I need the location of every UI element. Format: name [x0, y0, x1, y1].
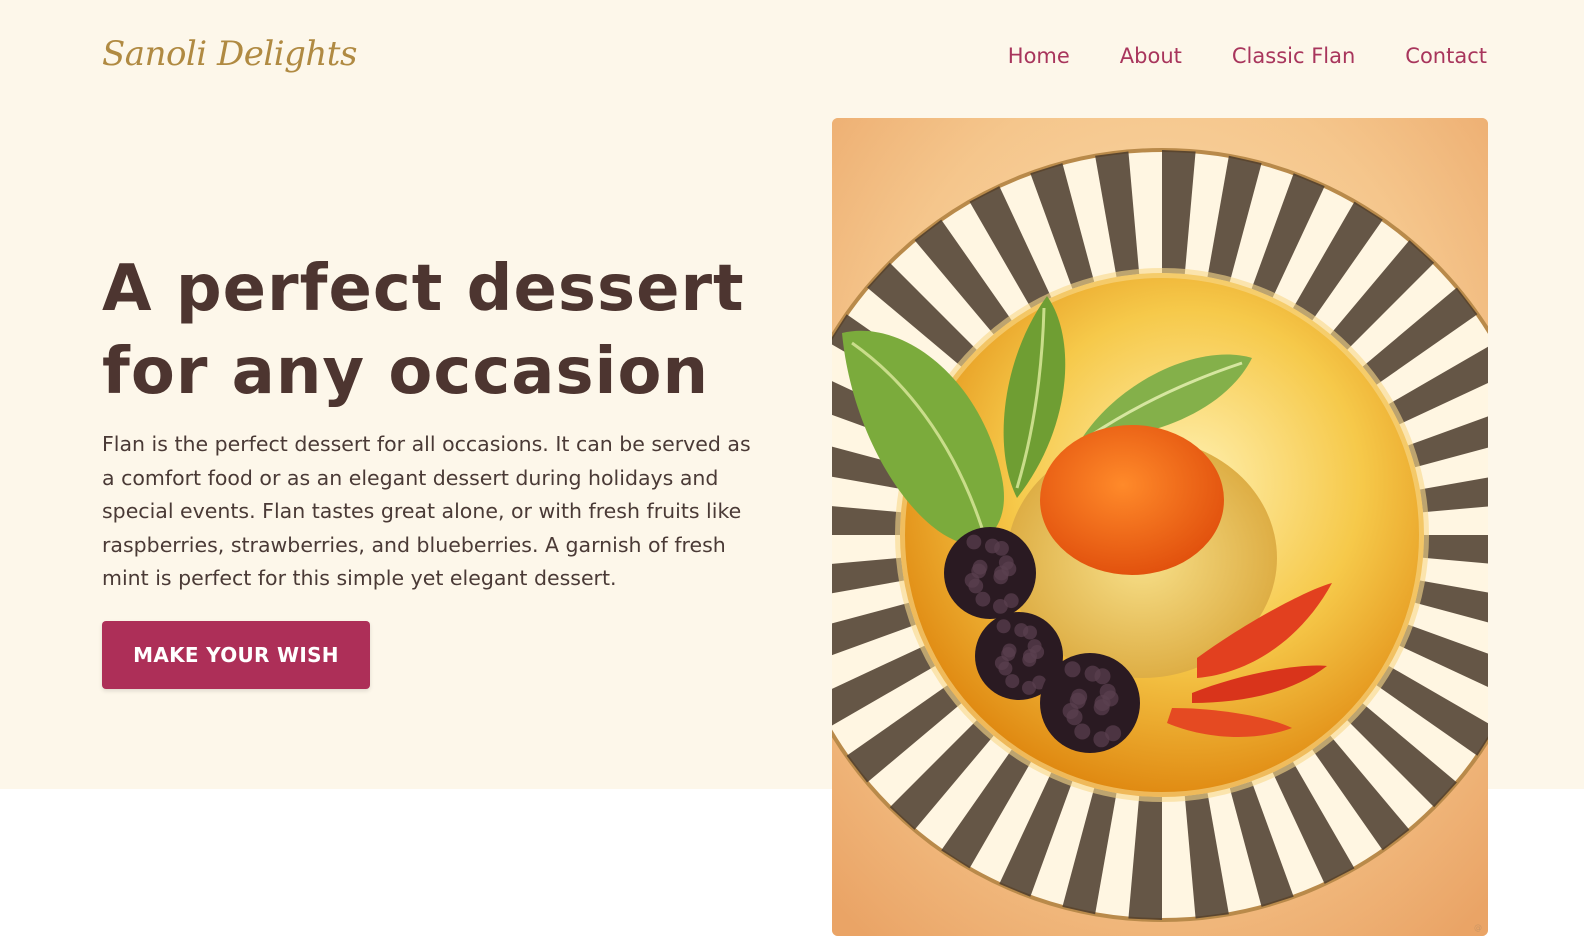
nav-link-classic-flan[interactable]: Classic Flan [1232, 44, 1355, 68]
flan-photo: @ [832, 118, 1488, 936]
nav-link-contact[interactable]: Contact [1405, 44, 1487, 68]
make-your-wish-button[interactable]: MAKE YOUR WISH [102, 621, 370, 689]
page: Sanoli Delights Home About Classic Flan … [0, 0, 1584, 946]
hero-headline-line-2: for any occasion [102, 335, 709, 409]
brand-logo[interactable]: Sanoli Delights [102, 34, 357, 74]
hero-headline-line-1: A perfect dessert [102, 252, 745, 326]
nav-link-home[interactable]: Home [1008, 44, 1070, 68]
main-nav: Home About Classic Flan Contact [1008, 44, 1487, 68]
svg-text:@: @ [1474, 923, 1482, 932]
nav-link-about[interactable]: About [1120, 44, 1182, 68]
hero-headline: A perfect dessert for any occasion [102, 248, 802, 414]
hero-description: Flan is the perfect dessert for all occa… [102, 432, 751, 590]
